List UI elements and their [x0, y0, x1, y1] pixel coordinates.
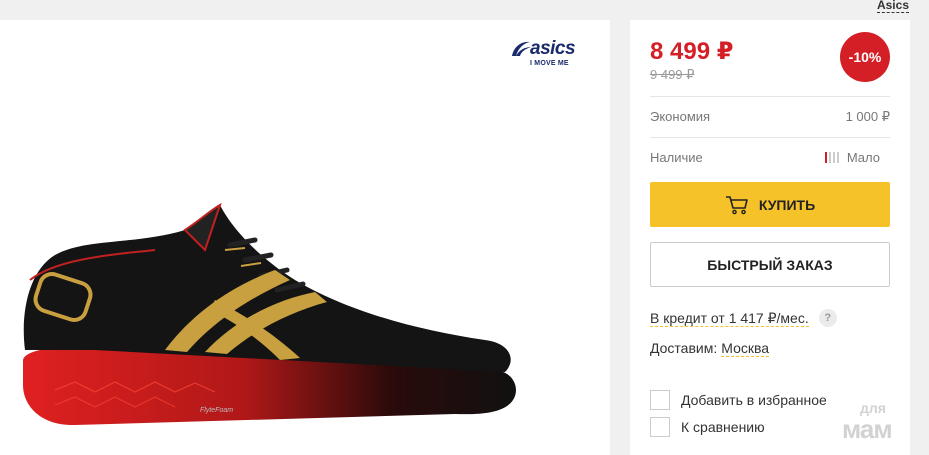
favorites-label[interactable]: Добавить в избранное: [681, 392, 827, 408]
credit-link[interactable]: В кредит от 1 417 ₽/мес.: [650, 310, 809, 327]
savings-label: Экономия: [650, 109, 711, 124]
buy-button[interactable]: КУПИТЬ: [650, 182, 890, 227]
old-price: 9 499 ₽: [650, 67, 695, 82]
discount-badge: -10%: [840, 32, 890, 82]
current-price: 8 499 ₽: [650, 38, 734, 65]
product-image[interactable]: FlyteFoam: [15, 200, 520, 440]
sole-text: FlyteFoam: [200, 407, 233, 414]
delivery-label: Доставим:: [650, 340, 718, 356]
compare-checkbox[interactable]: [650, 417, 670, 437]
favorites-checkbox[interactable]: [650, 390, 670, 410]
brand-logo[interactable]: asics I MOVE ME: [510, 38, 592, 70]
cart-icon: [725, 195, 748, 214]
stock-value-text: Мало: [846, 150, 880, 165]
savings-row: Экономия 1 000 ₽: [650, 96, 890, 136]
quick-order-button[interactable]: БЫСТРЫЙ ЗАКАЗ: [650, 242, 890, 287]
help-icon[interactable]: ?: [818, 309, 837, 327]
delivery-city-link[interactable]: Москва: [721, 340, 770, 357]
buy-panel: 8 499 ₽ 9 499 ₽ -10% Экономия 1 000 ₽ На…: [630, 20, 910, 455]
compare-option[interactable]: К сравнению: [650, 417, 765, 437]
product-image-panel: asics I MOVE ME FlyteFoam: [0, 20, 610, 455]
credit-offer: В кредит от 1 417 ₽/мес. ?: [650, 308, 837, 328]
favorites-option[interactable]: Добавить в избранное: [650, 390, 827, 410]
buy-button-label: КУПИТЬ: [758, 196, 816, 213]
savings-value: 1 000 ₽: [845, 108, 890, 124]
stock-label: Наличие: [650, 150, 703, 165]
compare-label[interactable]: К сравнению: [681, 419, 765, 435]
brand-logo-name: asics: [530, 38, 576, 59]
watermark-big: мам: [842, 414, 893, 444]
stock-level-icon: [824, 152, 839, 163]
stock-value: Мало: [824, 150, 880, 165]
watermark-logo: для мам: [838, 400, 918, 448]
stock-row: Наличие Мало: [650, 137, 890, 177]
delivery-info: Доставим: Москва: [650, 338, 770, 358]
asics-stripes-icon: [512, 41, 531, 56]
brand-link[interactable]: Asics: [876, 0, 909, 13]
brand-logo-tagline: I MOVE ME: [530, 60, 569, 67]
